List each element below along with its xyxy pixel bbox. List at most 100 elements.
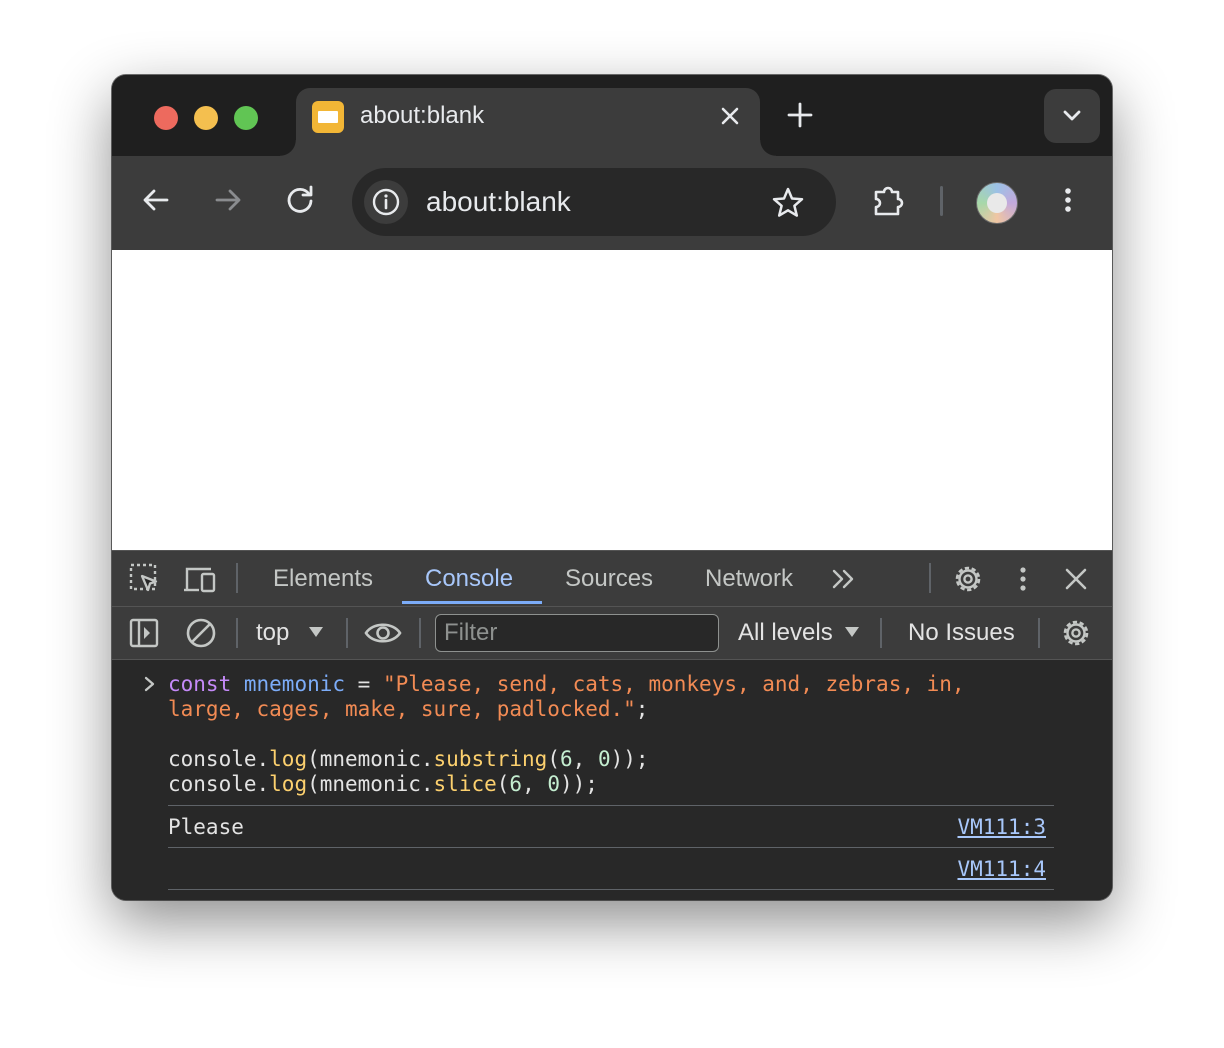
reload-icon bbox=[287, 185, 313, 213]
caret-down-icon[interactable] bbox=[308, 625, 324, 639]
toolbar-separator bbox=[929, 563, 931, 593]
console-input-code[interactable]: const mnemonic = "Please, send, cats, mo… bbox=[168, 672, 1048, 797]
chevron-right-icon bbox=[142, 674, 158, 694]
toolbar-separator bbox=[236, 563, 238, 593]
tab-elements[interactable]: Elements bbox=[273, 564, 373, 594]
code-line: const mnemonic = "Please, send, cats, mo… bbox=[168, 672, 1048, 697]
console-log-row: VM111:4 bbox=[168, 847, 1054, 890]
arrow-left-icon bbox=[143, 189, 169, 211]
back-button[interactable] bbox=[136, 180, 176, 220]
url-text: about:blank bbox=[426, 186, 571, 217]
log-source-link[interactable]: VM111:3 bbox=[957, 815, 1046, 839]
zoom-window-button[interactable] bbox=[234, 106, 258, 130]
code-token: mnemonic bbox=[243, 672, 346, 696]
tab-network[interactable]: Network bbox=[705, 564, 793, 594]
browser-window: about:blank about:blank Elements Console… bbox=[112, 75, 1112, 900]
toolbar-divider bbox=[940, 186, 943, 216]
code-token: ( bbox=[547, 747, 560, 771]
code-line: large, cages, make, sure, padlocked."; bbox=[168, 697, 1048, 722]
console-sidebar-button[interactable] bbox=[128, 616, 160, 650]
puzzle-icon bbox=[874, 186, 904, 216]
issues-counter[interactable]: No Issues bbox=[908, 619, 1015, 647]
code-token: 6 bbox=[509, 772, 523, 796]
gear-icon bbox=[955, 566, 981, 592]
toolbar-separator bbox=[880, 618, 882, 648]
close-icon bbox=[1065, 568, 1087, 590]
code-token: = bbox=[345, 672, 383, 696]
console-output: const mnemonic = "Please, send, cats, mo… bbox=[112, 660, 1112, 900]
new-tab-button[interactable] bbox=[784, 99, 816, 131]
code-token: "Please, send, cats, monkeys, and, zebra… bbox=[382, 672, 965, 696]
eye-icon bbox=[364, 623, 402, 643]
devtools-settings-button[interactable] bbox=[950, 561, 986, 597]
code-token: ( bbox=[496, 772, 510, 796]
console-settings-button[interactable] bbox=[1058, 615, 1094, 651]
code-token: console. bbox=[168, 772, 270, 796]
toolbar-separator bbox=[346, 618, 348, 648]
log-message: Please bbox=[168, 815, 244, 839]
code-line: console.log(mnemonic.substring(6, 0)); bbox=[168, 747, 1048, 772]
code-token: 0 bbox=[597, 747, 611, 771]
device-toolbar-button[interactable] bbox=[183, 562, 219, 596]
info-icon bbox=[372, 188, 400, 216]
code-token: )); bbox=[610, 747, 649, 771]
tab-sources[interactable]: Sources bbox=[565, 564, 653, 594]
toolbar-separator bbox=[236, 618, 238, 648]
devtools-close-button[interactable] bbox=[1060, 561, 1092, 597]
tab-close-icon[interactable] bbox=[716, 102, 744, 130]
star-icon bbox=[772, 187, 804, 217]
more-vertical-icon bbox=[1065, 188, 1071, 212]
code-token: , bbox=[522, 772, 548, 796]
code-token: log bbox=[269, 772, 308, 796]
devtools-menu-button[interactable] bbox=[1008, 561, 1038, 597]
page-content bbox=[112, 250, 1112, 550]
arrow-right-icon bbox=[215, 189, 241, 211]
device-icon bbox=[184, 567, 216, 593]
code-token: 6 bbox=[559, 747, 573, 771]
log-levels-dropdown[interactable]: All levels bbox=[738, 619, 833, 647]
live-expression-button[interactable] bbox=[364, 616, 402, 650]
extensions-button[interactable] bbox=[870, 180, 910, 220]
devtools-panel: Elements Console Sources Network top Fil… bbox=[112, 550, 1112, 900]
toolbar-separator bbox=[419, 618, 421, 648]
more-vertical-icon bbox=[1020, 567, 1026, 591]
reload-button[interactable] bbox=[280, 180, 320, 220]
inspect-icon bbox=[129, 563, 158, 592]
log-source-link[interactable]: VM111:4 bbox=[957, 857, 1046, 881]
minimize-window-button[interactable] bbox=[194, 106, 218, 130]
page-favicon-icon bbox=[312, 101, 344, 133]
profile-avatar[interactable] bbox=[976, 182, 1018, 224]
code-token: console. bbox=[168, 747, 270, 771]
clear-console-button[interactable] bbox=[184, 616, 218, 650]
console-toolbar: top Filter All levels No Issues bbox=[112, 607, 1112, 660]
address-bar[interactable]: about:blank bbox=[352, 168, 836, 236]
code-line: console.log(mnemonic.slice(6, 0)); bbox=[168, 772, 1048, 797]
filter-placeholder: Filter bbox=[444, 619, 498, 646]
more-tabs-button[interactable] bbox=[828, 563, 860, 595]
bookmark-button[interactable] bbox=[768, 183, 808, 223]
code-token: (mnemonic. bbox=[307, 772, 434, 796]
forward-button[interactable] bbox=[208, 180, 248, 220]
code-token: log bbox=[269, 747, 308, 771]
code-token: , bbox=[572, 747, 598, 771]
tab-console[interactable]: Console bbox=[425, 564, 513, 594]
code-token: 0 bbox=[547, 772, 561, 796]
tab-search-button[interactable] bbox=[1044, 89, 1100, 143]
code-token: )); bbox=[560, 772, 598, 796]
sidebar-toggle-icon bbox=[129, 618, 159, 648]
double-chevron-right-icon bbox=[832, 569, 854, 589]
inspect-element-button[interactable] bbox=[128, 562, 162, 596]
devtools-tab-bar: Elements Console Sources Network bbox=[112, 550, 1112, 607]
close-window-button[interactable] bbox=[154, 106, 178, 130]
browser-tab[interactable]: about:blank bbox=[280, 88, 776, 156]
filter-input[interactable]: Filter bbox=[435, 614, 719, 652]
block-icon bbox=[186, 618, 216, 648]
toolbar-separator bbox=[1038, 618, 1040, 648]
context-selector[interactable]: top bbox=[256, 619, 289, 647]
browser-menu-button[interactable] bbox=[1048, 180, 1088, 220]
site-info-button[interactable] bbox=[364, 180, 408, 224]
chevron-down-icon bbox=[1063, 110, 1081, 121]
gear-icon bbox=[1063, 620, 1089, 646]
browser-toolbar: about:blank bbox=[112, 156, 1112, 250]
caret-down-icon[interactable] bbox=[844, 625, 860, 639]
